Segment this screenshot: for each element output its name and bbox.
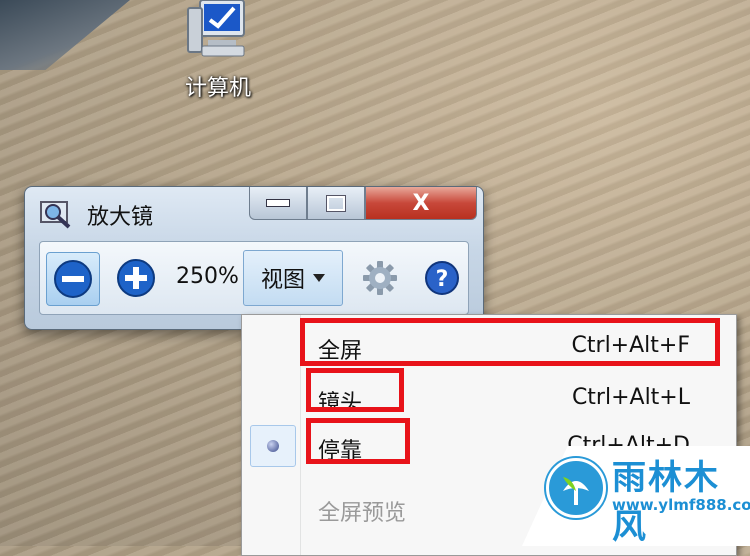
maximize-icon: [326, 194, 346, 212]
brand-logo-icon: [546, 458, 606, 518]
computer-icon: [187, 0, 245, 57]
radio-dot-icon: [267, 440, 279, 452]
computer-icon-label: 计算机: [184, 76, 251, 101]
desktop-sky: [0, 0, 130, 70]
highlight-box-fullscreen: [300, 318, 720, 366]
watermark: 雨林木风 www.ylmf888.com: [522, 446, 750, 547]
zoom-out-button[interactable]: [46, 252, 100, 306]
watermark-url: www.ylmf888.com: [612, 496, 750, 514]
computer-desktop-icon[interactable]: 计算机: [168, 0, 268, 102]
magnifier-toolbar: 250% 视图 ?: [39, 241, 469, 315]
window-title: 放大镜: [87, 205, 154, 230]
maximize-button[interactable]: [307, 187, 365, 220]
minimize-button[interactable]: [249, 187, 307, 220]
magnifier-app-icon: [40, 201, 71, 229]
highlight-box-lens: [306, 368, 404, 412]
help-button[interactable]: ?: [420, 256, 464, 300]
menu-item-label: 全屏预览: [318, 501, 407, 526]
menu-item-shortcut: Ctrl+Alt+L: [571, 385, 690, 410]
gear-icon: [363, 261, 397, 295]
title-bar: 放大镜: [39, 199, 153, 231]
close-icon: X: [412, 190, 430, 216]
options-button[interactable]: [358, 256, 402, 300]
view-dropdown-button[interactable]: 视图: [243, 250, 343, 306]
zoom-level: 250%: [176, 264, 239, 289]
close-button[interactable]: X: [365, 187, 477, 220]
minimize-icon: [266, 199, 290, 207]
help-icon: ?: [425, 261, 459, 295]
chevron-down-icon: [313, 274, 325, 282]
magnifier-window: 放大镜 X 250% 视图 ?: [24, 186, 484, 330]
highlight-box-docked: [306, 418, 410, 464]
zoom-in-button[interactable]: [112, 254, 160, 302]
minus-icon: [54, 260, 92, 298]
plus-icon: [117, 259, 155, 297]
checked-indicator: [250, 425, 296, 467]
view-label: 视图: [260, 268, 305, 293]
caption-buttons: X: [249, 187, 477, 220]
svg-text:?: ?: [436, 267, 449, 292]
